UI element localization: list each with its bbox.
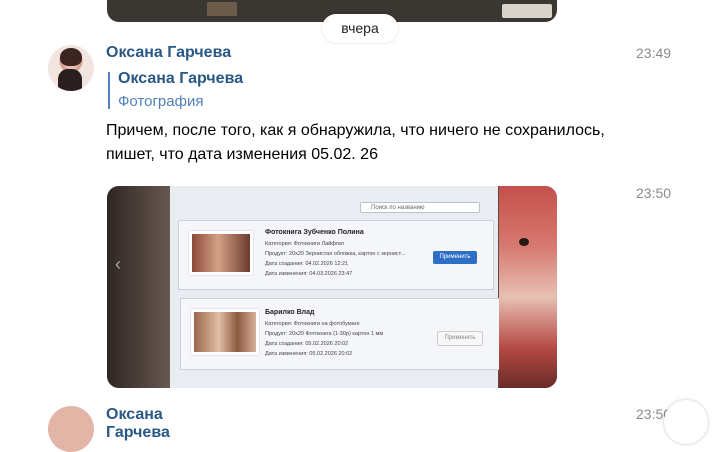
photo-search-field: Поиск по названию xyxy=(360,202,480,213)
photo-card: Барилко Влад Категория: Фотокниги на фот… xyxy=(180,298,500,370)
message-author[interactable]: Оксана Гарчева xyxy=(106,406,186,441)
photo-card-thumbnail xyxy=(189,231,253,275)
scroll-down-button[interactable] xyxy=(664,400,708,444)
chevron-left-icon: ‹ xyxy=(115,254,121,274)
photo-card-title: Фотокнига Зубченко Полина xyxy=(265,229,364,236)
message-time[interactable]: 23:49 xyxy=(636,45,671,61)
photo-card-apply-button: Применить xyxy=(437,331,483,346)
photo-card-product: Продукт: 20х20 Фотокнига (1-30р) картон … xyxy=(265,331,384,337)
photo-card-modified: Дата изменения: 04.03.2026 23:47 xyxy=(265,271,353,277)
reply-attachment-type[interactable]: Фотография xyxy=(118,93,203,110)
reply-quote-bar xyxy=(108,72,110,109)
photo-card-category: Категория: Фотокниги Лайфлат xyxy=(265,241,345,247)
photo-card-category: Категория: Фотокниги на фотобумаге xyxy=(265,321,360,327)
photo-card-created: Дата создания: 05.02.2026 20:02 xyxy=(265,341,349,347)
reply-author[interactable]: Оксана Гарчева xyxy=(118,70,243,88)
message-author[interactable]: Оксана Гарчева xyxy=(106,44,231,62)
photo-card-title: Барилко Влад xyxy=(265,309,315,316)
date-divider: вчера xyxy=(322,14,398,43)
photo-card-product: Продукт: 20х20 Зернистая обложка, картон… xyxy=(265,251,406,257)
photo-card-modified: Дата изменения: 05.02.2026 20:02 xyxy=(265,351,353,357)
photo-attachment[interactable]: ‹ Поиск по названию Фотокнига Зубченко П… xyxy=(107,186,557,388)
photo-card-apply-button: Применить xyxy=(433,251,477,264)
avatar[interactable] xyxy=(48,406,94,452)
photo-screen-content: Поиск по названию Фотокнига Зубченко Пол… xyxy=(170,186,500,388)
avatar[interactable] xyxy=(48,45,94,91)
photo-card: Фотокнига Зубченко Полина Категория: Фот… xyxy=(178,220,494,290)
photo-card-thumbnail xyxy=(191,309,259,355)
message-time[interactable]: 23:50 xyxy=(636,185,671,201)
photo-card-created: Дата создания: 04.02.2026 12:21 xyxy=(265,261,349,267)
message-text: Причем, после того, как я обнаружила, чт… xyxy=(106,122,605,163)
